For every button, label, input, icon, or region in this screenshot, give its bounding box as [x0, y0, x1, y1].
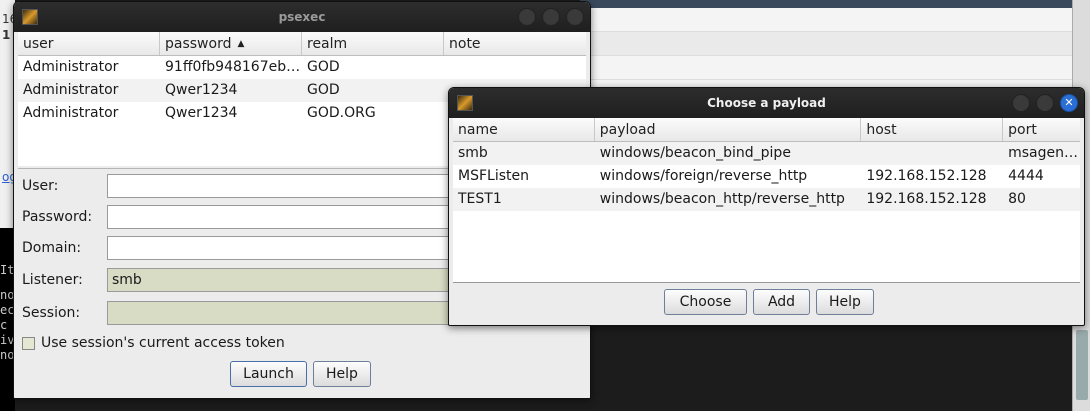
maximize-button[interactable] [542, 8, 560, 26]
column-header-note[interactable]: note [444, 32, 586, 55]
table-row[interactable]: TEST1 windows/beacon_http/reverse_http 1… [453, 188, 1080, 211]
cell-password: Qwer1234 [165, 105, 238, 121]
choose-button[interactable]: Choose [664, 289, 747, 315]
window-title: Choose a payload [707, 96, 826, 110]
psexec-titlebar[interactable]: psexec [14, 2, 590, 32]
help-button[interactable]: Help [313, 361, 371, 387]
background-toolbar [580, 0, 1072, 8]
cell-port: 4444 [1008, 168, 1044, 184]
column-header-port[interactable]: port [1003, 118, 1080, 141]
cell-port: 80 [1008, 191, 1026, 207]
table-header: user password ▲ realm note [18, 32, 586, 56]
listener-label: Listener: [22, 272, 83, 288]
column-header-realm[interactable]: realm [302, 32, 444, 55]
cell-user: Administrator [23, 82, 119, 98]
table-header: name payload host port [453, 118, 1080, 142]
window-title: psexec [278, 10, 326, 24]
table-row[interactable]: Administrator 91ff0fb948167eb… GOD [18, 56, 586, 79]
cell-payload: windows/beacon_http/reverse_http [599, 191, 845, 207]
column-header-name[interactable]: name [453, 118, 595, 141]
payload-titlebar[interactable]: Choose a payload ✕ [449, 88, 1084, 118]
payload-table: name payload host port smb windows/beaco… [453, 118, 1080, 283]
add-button[interactable]: Add [753, 289, 810, 315]
cell-name: TEST1 [458, 191, 502, 207]
cell-payload: windows/foreign/reverse_http [599, 168, 808, 184]
close-button[interactable]: ✕ [1060, 94, 1078, 112]
app-icon [22, 9, 38, 25]
cell-user: Administrator [23, 59, 119, 75]
cell-user: Administrator [23, 105, 119, 121]
table-row[interactable]: smb windows/beacon_bind_pipe msagen… [453, 142, 1080, 165]
minimize-button[interactable] [1012, 94, 1030, 112]
token-row: Use session's current access token [22, 335, 285, 351]
column-header-user[interactable]: user [18, 32, 160, 55]
cell-port: msagen… [1008, 145, 1079, 161]
cell-host [861, 142, 1003, 165]
sort-ascending-icon: ▲ [237, 39, 245, 49]
column-header-payload[interactable]: payload [595, 118, 862, 141]
cell-note [444, 56, 586, 79]
column-header-label: password [165, 36, 232, 52]
cell-payload: windows/beacon_bind_pipe [599, 145, 791, 161]
background-list [580, 8, 1072, 88]
column-header-password[interactable]: password ▲ [160, 32, 302, 55]
close-icon: ✕ [1064, 96, 1074, 109]
cell-name: smb [458, 145, 488, 161]
choose-payload-window: Choose a payload ✕ name payload host por… [448, 87, 1085, 326]
password-label: Password: [22, 209, 93, 225]
user-label: User: [22, 178, 59, 194]
table-row[interactable]: MSFListen windows/foreign/reverse_http 1… [453, 165, 1080, 188]
column-header-host[interactable]: host [861, 118, 1004, 141]
close-button[interactable] [566, 8, 584, 26]
cell-name: MSFListen [458, 168, 529, 184]
session-label: Session: [22, 305, 81, 321]
cell-realm: GOD [307, 82, 340, 98]
use-token-checkbox[interactable] [22, 336, 35, 350]
maximize-button[interactable] [1036, 94, 1054, 112]
cell-realm: GOD [307, 59, 340, 75]
minimize-button[interactable] [518, 8, 536, 26]
cell-password: 91ff0fb948167eb… [165, 59, 301, 75]
help-button[interactable]: Help [816, 289, 874, 315]
domain-label: Domain: [22, 240, 82, 256]
cell-host: 192.168.152.128 [866, 191, 987, 207]
app-icon [457, 95, 473, 111]
cell-realm: GOD.ORG [307, 105, 376, 121]
cell-password: Qwer1234 [165, 82, 238, 98]
payload-button-bar: Choose Add Help [664, 289, 874, 315]
cell-host: 192.168.152.128 [866, 168, 987, 184]
use-token-label[interactable]: Use session's current access token [41, 335, 285, 351]
launch-button[interactable]: Launch [230, 361, 307, 387]
